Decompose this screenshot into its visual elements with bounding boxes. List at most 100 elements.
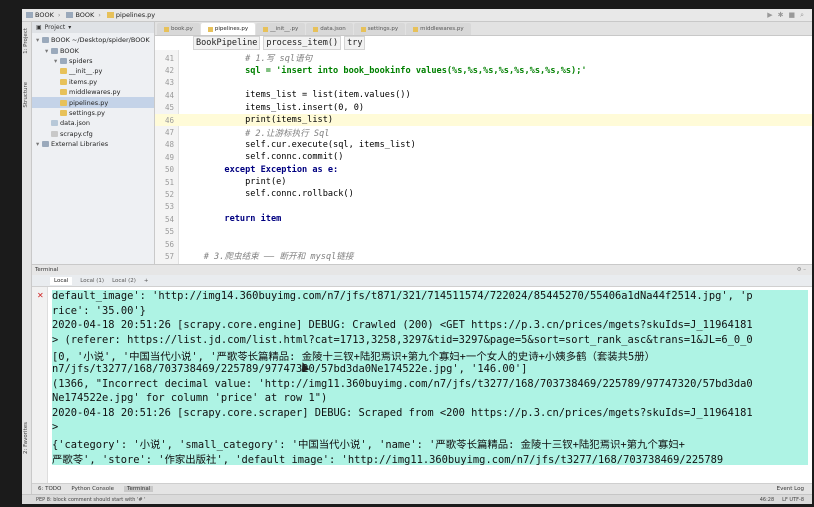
tree-item[interactable]: ▾ External Libraries xyxy=(32,139,154,149)
python-file-icon xyxy=(263,26,269,32)
code-line: 57 # 3.爬虫结束 —— 断开和 mysql链接 xyxy=(155,250,812,263)
debug-icon[interactable]: ✱ xyxy=(778,11,784,20)
folder-icon xyxy=(66,12,74,18)
tree-item[interactable]: middlewares.py xyxy=(32,87,154,97)
json-file-icon xyxy=(51,120,58,127)
line-number: 50 xyxy=(164,165,174,175)
terminal-output[interactable]: default_image': 'http://img14.360buyimg.… xyxy=(52,290,808,466)
tree-item[interactable]: items.py xyxy=(32,77,154,87)
stop-icon[interactable]: ■ xyxy=(788,11,795,20)
terminal-line: 2020-04-18 20:51:26 [scrapy.core.engine]… xyxy=(52,319,808,334)
code-line: 47 # 2.让游标执行 Sql xyxy=(155,126,812,139)
tree-item[interactable]: pipelines.py xyxy=(32,97,154,108)
folder-icon xyxy=(26,12,33,18)
editor-tab-label: middlewares.py xyxy=(420,26,464,32)
editor-tab[interactable]: book.py xyxy=(157,23,200,35)
project-panel-header[interactable]: ▣ Project ▾ xyxy=(32,22,154,33)
config-file-icon xyxy=(51,130,58,137)
terminal-body: ✕ default_image': 'http://img14.360buyim… xyxy=(32,287,812,495)
chevron-down-icon: ▾ xyxy=(68,24,72,31)
project-icon: ▣ xyxy=(36,24,42,31)
code-area[interactable]: 41 # 1.写 sql语句 42 sql = 'insert into book… xyxy=(155,52,812,263)
editor-tab[interactable]: data.json xyxy=(306,23,353,35)
settings-icon[interactable]: ⚙ – xyxy=(797,267,812,273)
terminal-tab[interactable]: Local (1) xyxy=(80,278,104,284)
line-number: 49 xyxy=(164,152,174,162)
tree-item[interactable]: data.json xyxy=(32,118,154,128)
navigation-bar: BOOK › BOOK › pipelines.py ▶ ✱ ■ ⌕ xyxy=(22,9,812,22)
code-line: 51 print(e) xyxy=(155,176,812,188)
tree-item-label: External Libraries xyxy=(51,140,109,149)
folder-icon xyxy=(42,141,49,148)
tree-item-label: pipelines.py xyxy=(69,98,109,107)
project-tree: ▾ BOOK ~/Desktop/spider/BOOK ▾ BOOK ▾ spiders… xyxy=(32,33,154,149)
python-file-icon xyxy=(413,26,419,32)
code-line: 42 sql = 'insert into book_bookinfo valu… xyxy=(155,64,812,76)
code-text: print(items_list) xyxy=(183,115,334,126)
close-icon[interactable]: ✕ xyxy=(37,291,44,300)
line-number: 52 xyxy=(164,189,174,199)
code-text: items_list.insert(0, 0) xyxy=(183,102,365,113)
editor-tab[interactable]: __init__.py xyxy=(256,23,306,35)
search-icon[interactable]: ⌕ xyxy=(800,11,804,20)
code-line: 43 xyxy=(155,77,812,89)
nav-crumb-root[interactable]: BOOK › xyxy=(26,11,62,19)
folder-icon xyxy=(42,37,49,44)
code-text: self.connc.rollback() xyxy=(183,189,354,200)
tree-item[interactable]: ▾ BOOK xyxy=(32,45,154,55)
toolbar-icons: ▶ ✱ ■ ⌕ xyxy=(767,11,812,20)
folder-icon xyxy=(51,47,58,54)
python-file-icon xyxy=(60,99,67,106)
breadcrumb-method[interactable]: process_item() xyxy=(263,36,342,50)
terminal-line: > xyxy=(52,421,808,436)
tree-item-label: middlewares.py xyxy=(69,88,121,97)
bottom-tool-tab[interactable]: Terminal xyxy=(124,486,154,492)
cursor-position[interactable]: 46:28 xyxy=(760,497,774,503)
editor-tab[interactable]: pipelines.py xyxy=(200,23,256,35)
run-icon[interactable]: ▶ xyxy=(767,11,772,20)
tree-item[interactable]: scrapy.cfg xyxy=(32,129,154,139)
tree-item[interactable]: __init__.py xyxy=(32,66,154,76)
nav-crumb-package[interactable]: BOOK › xyxy=(66,11,102,19)
line-number: 51 xyxy=(164,177,174,187)
code-text: sql = 'insert into book_bookinfo values(… xyxy=(183,65,587,76)
bottom-tool-bar: 6: TODO Python Console Terminal Event Log xyxy=(32,483,812,494)
tree-item[interactable]: settings.py xyxy=(32,108,154,118)
terminal-line: (1366, "Incorrect decimal value: 'http:/… xyxy=(52,377,808,393)
project-panel-title: Project xyxy=(44,24,66,31)
terminal-tab[interactable]: Local xyxy=(50,276,73,285)
structure-tool-tab[interactable]: Structure xyxy=(23,82,29,108)
file-encoding[interactable]: LF UTF-8 xyxy=(782,497,804,503)
event-log-button[interactable]: Event Log xyxy=(777,486,812,492)
python-file-icon xyxy=(60,78,67,85)
bottom-tool-tab[interactable]: Python Console xyxy=(71,486,114,492)
python-file-icon xyxy=(60,109,67,116)
left-tool-strip: 1: Project Structure 2: Favorites xyxy=(22,22,32,494)
bottom-tool-tab[interactable]: 6: TODO xyxy=(38,486,61,492)
breadcrumb-block[interactable]: try xyxy=(344,36,366,50)
favorites-tool-tab[interactable]: 2: Favorites xyxy=(23,422,29,454)
python-file-icon xyxy=(164,26,169,32)
status-right: 46:28 LF UTF-8 xyxy=(760,497,812,503)
code-text: # 1.写 sql语句 xyxy=(183,54,313,65)
project-panel: ▣ Project ▾ ▾ BOOK ~/Desktop/spider/BOOK ▾… xyxy=(32,22,155,264)
nav-crumb-file[interactable]: pipelines.py xyxy=(106,11,156,19)
chevron-right-icon: › xyxy=(57,11,61,19)
add-icon[interactable]: + xyxy=(144,278,149,284)
line-number: 46 xyxy=(164,115,174,125)
code-line: 41 # 1.写 sql语句 xyxy=(155,52,812,65)
terminal-line: [0, '小说', '中国当代小说', '严歌苓长篇精品: 金陵十三钗+陆犯焉识… xyxy=(52,348,808,363)
nav-crumb-label: pipelines.py xyxy=(115,11,156,19)
terminal-tab-bar: Local Local (1) Local (2) + xyxy=(32,275,812,287)
tree-item[interactable]: ▾ spiders xyxy=(32,56,154,66)
editor-tab[interactable]: middlewares.py xyxy=(406,23,471,35)
project-tool-tab[interactable]: 1: Project xyxy=(23,28,29,54)
editor-tab-label: pipelines.py xyxy=(214,26,249,32)
breadcrumb-class[interactable]: BookPipeline xyxy=(193,36,261,50)
tree-item[interactable]: ▾ BOOK ~/Desktop/spider/BOOK xyxy=(32,35,154,45)
tree-item-label: __init__.py xyxy=(69,67,103,76)
editor-tab[interactable]: settings.py xyxy=(353,23,406,35)
terminal-tab[interactable]: Local (2) xyxy=(112,278,136,284)
code-line: 44 items_list = list(item.values()) xyxy=(155,89,812,101)
line-number: 54 xyxy=(164,214,174,224)
